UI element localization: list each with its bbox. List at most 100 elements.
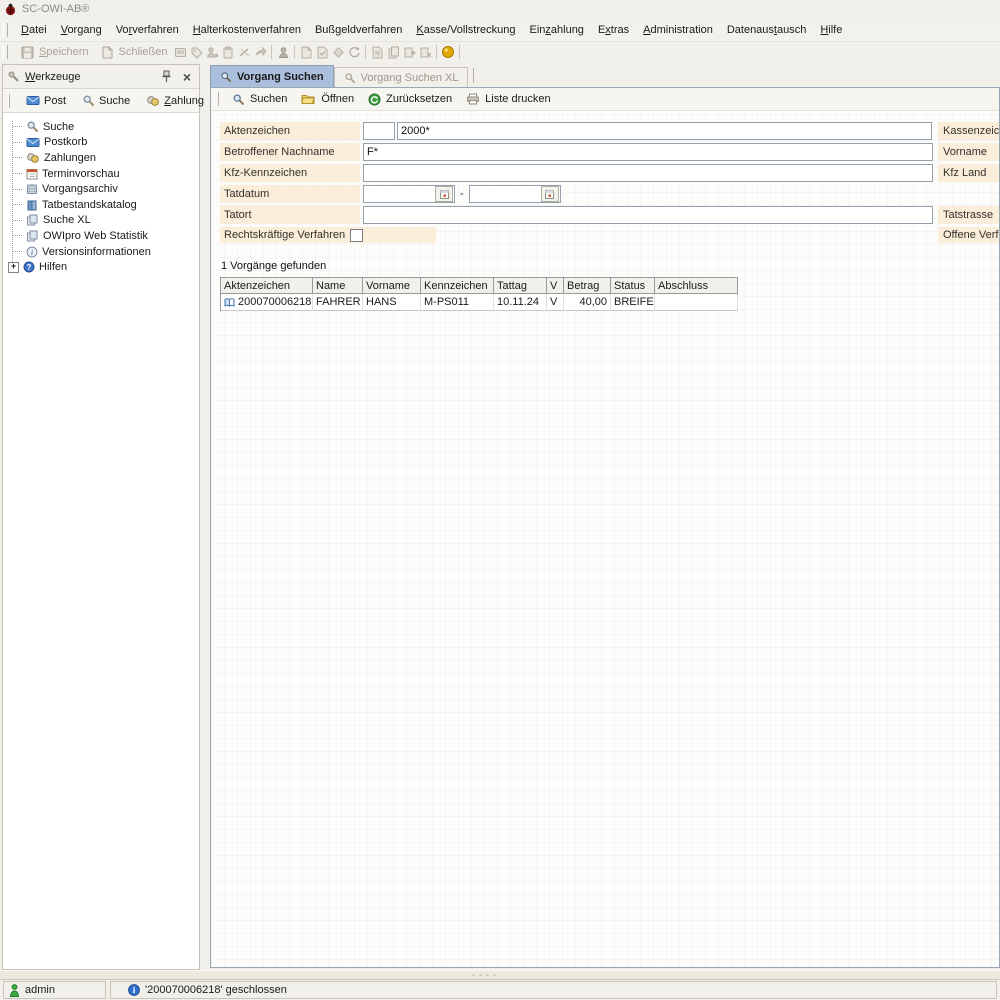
nachname-input[interactable]	[363, 143, 933, 161]
doc-copy-icon[interactable]	[385, 44, 401, 60]
remove-user-icon[interactable]	[204, 44, 220, 60]
sidebar-tab-strip: Post Suche Zahlung	[3, 89, 199, 113]
column-header-v[interactable]: V	[547, 278, 564, 294]
status-bar: admin i '200070006218' geschlossen	[0, 980, 1000, 1000]
save-label: Speichern	[39, 46, 89, 58]
tree-item-label: Postkorb	[44, 136, 87, 148]
svg-text:?: ?	[27, 263, 32, 272]
form-row-tatdatum: Tatdatum -	[220, 185, 561, 203]
tree-item-hilfen[interactable]: + ? Hilfen	[9, 259, 199, 275]
cell-aktenzeichen: 200070006218	[221, 294, 313, 311]
sidebar-tabs-grip-handle[interactable]	[8, 94, 10, 108]
forward-arrow-icon[interactable]	[252, 44, 268, 60]
user-icon[interactable]	[275, 44, 291, 60]
tree-item-owipro-web-statistik[interactable]: OWIpro Web Statistik	[9, 228, 199, 244]
column-header-vorname[interactable]: Vorname	[363, 278, 421, 294]
paste-icon[interactable]	[220, 44, 236, 60]
menu-administration[interactable]: Administration	[636, 21, 720, 39]
search-icon	[26, 120, 39, 133]
help-sphere-icon[interactable]	[440, 44, 456, 60]
menu-vorgang[interactable]: Vorgang	[54, 21, 109, 39]
window-title: SC-OWI-AB®	[22, 3, 89, 15]
tree-item-versionsinformationen[interactable]: i Versionsinformationen	[9, 244, 199, 260]
doc-export-icon[interactable]	[401, 44, 417, 60]
search-icon	[82, 94, 95, 107]
tree-item-postkorb[interactable]: Postkorb	[9, 135, 199, 151]
suchen-button[interactable]: Suchen	[225, 89, 294, 109]
sidebar-tab-label: Suche	[99, 95, 130, 107]
calendar-icon[interactable]	[435, 186, 453, 202]
aktenzeichen-prefix-input[interactable]	[363, 122, 395, 140]
zuruecksetzen-button[interactable]: Zurücksetzen	[361, 89, 459, 109]
rechtskraeftig-label-cell: Rechtskräftige Verfahren	[220, 227, 436, 243]
tree-item-label: Versionsinformationen	[42, 246, 151, 258]
menu-bussgeldverfahren[interactable]: Bußgeldverfahren	[308, 21, 409, 39]
refresh-icon[interactable]	[346, 44, 362, 60]
oeffnen-button[interactable]: Öffnen	[294, 89, 361, 109]
tab-vorgang-suchen-xl[interactable]: Vorgang Suchen XL	[334, 67, 469, 87]
main-toolbar: Speichern Schließen	[0, 42, 1000, 62]
tree-item-zahlungen[interactable]: Zahlungen	[9, 150, 199, 166]
sidebar-tab-zahlung[interactable]: Zahlung	[140, 91, 210, 111]
menu-hilfe[interactable]: Hilfe	[813, 21, 849, 39]
main-area: Vorgang Suchen Vorgang Suchen XL Suchen …	[210, 64, 1000, 968]
column-header-abschluss[interactable]: Abschluss	[655, 278, 738, 294]
tatort-input[interactable]	[363, 206, 933, 224]
save-button[interactable]: Speichern	[14, 43, 94, 61]
menu-extras[interactable]: Extras	[591, 21, 636, 39]
close-icon[interactable]: ×	[179, 69, 195, 85]
tab-vorgang-suchen[interactable]: Vorgang Suchen	[210, 65, 334, 87]
rechtskraeftig-checkbox[interactable]	[350, 229, 363, 242]
menu-einzahlung[interactable]: Einzahlung	[522, 21, 590, 39]
cell-vorname: HANS	[363, 294, 421, 311]
aktenzeichen-input[interactable]	[397, 122, 932, 140]
toolbar-grip-handle[interactable]	[3, 45, 8, 59]
menubar-grip-handle[interactable]	[3, 23, 8, 37]
kassenzeichen-label: Kassenzeichen	[938, 122, 1000, 140]
doc-delete-icon[interactable]	[417, 44, 433, 60]
doc-check-icon[interactable]	[314, 44, 330, 60]
tools-icon[interactable]	[236, 44, 252, 60]
liste-drucken-button[interactable]: Liste drucken	[459, 89, 557, 109]
column-header-betrag[interactable]: Betrag	[564, 278, 611, 294]
table-header-row: Aktenzeichen Name Vorname Kennzeichen Ta…	[221, 278, 738, 294]
column-header-aktenzeichen[interactable]: Aktenzeichen	[221, 278, 313, 294]
tag-icon[interactable]	[188, 44, 204, 60]
table-row[interactable]: 200070006218 FAHRER HANS M-PS011 10.11.2…	[221, 294, 738, 311]
tree-item-terminvorschau[interactable]: Terminvorschau	[9, 166, 199, 182]
tree-item-suche-xl[interactable]: Suche XL	[9, 213, 199, 229]
tatdatum-von-input[interactable]	[364, 187, 435, 201]
pin-icon[interactable]	[158, 69, 174, 85]
doc-new-icon[interactable]	[298, 44, 314, 60]
note-icon[interactable]	[172, 44, 188, 60]
cell-tattag: 10.11.24	[494, 294, 547, 311]
actionbar-grip-handle[interactable]	[214, 92, 219, 106]
tree-item-suche[interactable]: Suche	[9, 119, 199, 135]
menu-halterkostenverfahren[interactable]: Halterkostenverfahren	[186, 21, 308, 39]
tree-item-vorgangsarchiv[interactable]: Vorgangsarchiv	[9, 181, 199, 197]
column-header-status[interactable]: Status	[611, 278, 655, 294]
tree-item-tatbestandskatalog[interactable]: Tatbestandskatalog	[9, 197, 199, 213]
menu-kasse-vollstreckung[interactable]: Kasse/Vollstreckung	[409, 21, 522, 39]
column-header-name[interactable]: Name	[313, 278, 363, 294]
doc-open-icon[interactable]	[369, 44, 385, 60]
sidebar-tab-suche[interactable]: Suche	[76, 91, 136, 111]
tatdatum-bis-input[interactable]	[470, 187, 541, 201]
column-header-kennzeichen[interactable]: Kennzeichen	[421, 278, 494, 294]
close-button[interactable]: Schließen	[94, 43, 173, 61]
column-header-tattag[interactable]: Tattag	[494, 278, 547, 294]
status-user-cell: admin	[3, 981, 106, 999]
tatstrasse-label: Tatstrasse	[938, 206, 1000, 224]
vorname-label: Vorname	[938, 143, 1000, 161]
tree-item-label: Tatbestandskatalog	[42, 199, 137, 211]
bottom-splitter[interactable]	[0, 970, 1000, 980]
menu-datenaustausch[interactable]: Datenaustausch	[720, 21, 814, 39]
calendar-icon[interactable]	[541, 186, 559, 202]
expand-icon[interactable]: +	[8, 262, 19, 273]
catalog-icon	[26, 199, 38, 211]
diamond-icon[interactable]	[330, 44, 346, 60]
sidebar-tab-post[interactable]: Post	[20, 91, 72, 111]
menu-vorverfahren[interactable]: Vorverfahren	[109, 21, 186, 39]
kfz-kennzeichen-input[interactable]	[363, 164, 933, 182]
menu-datei[interactable]: Datei	[14, 21, 54, 39]
